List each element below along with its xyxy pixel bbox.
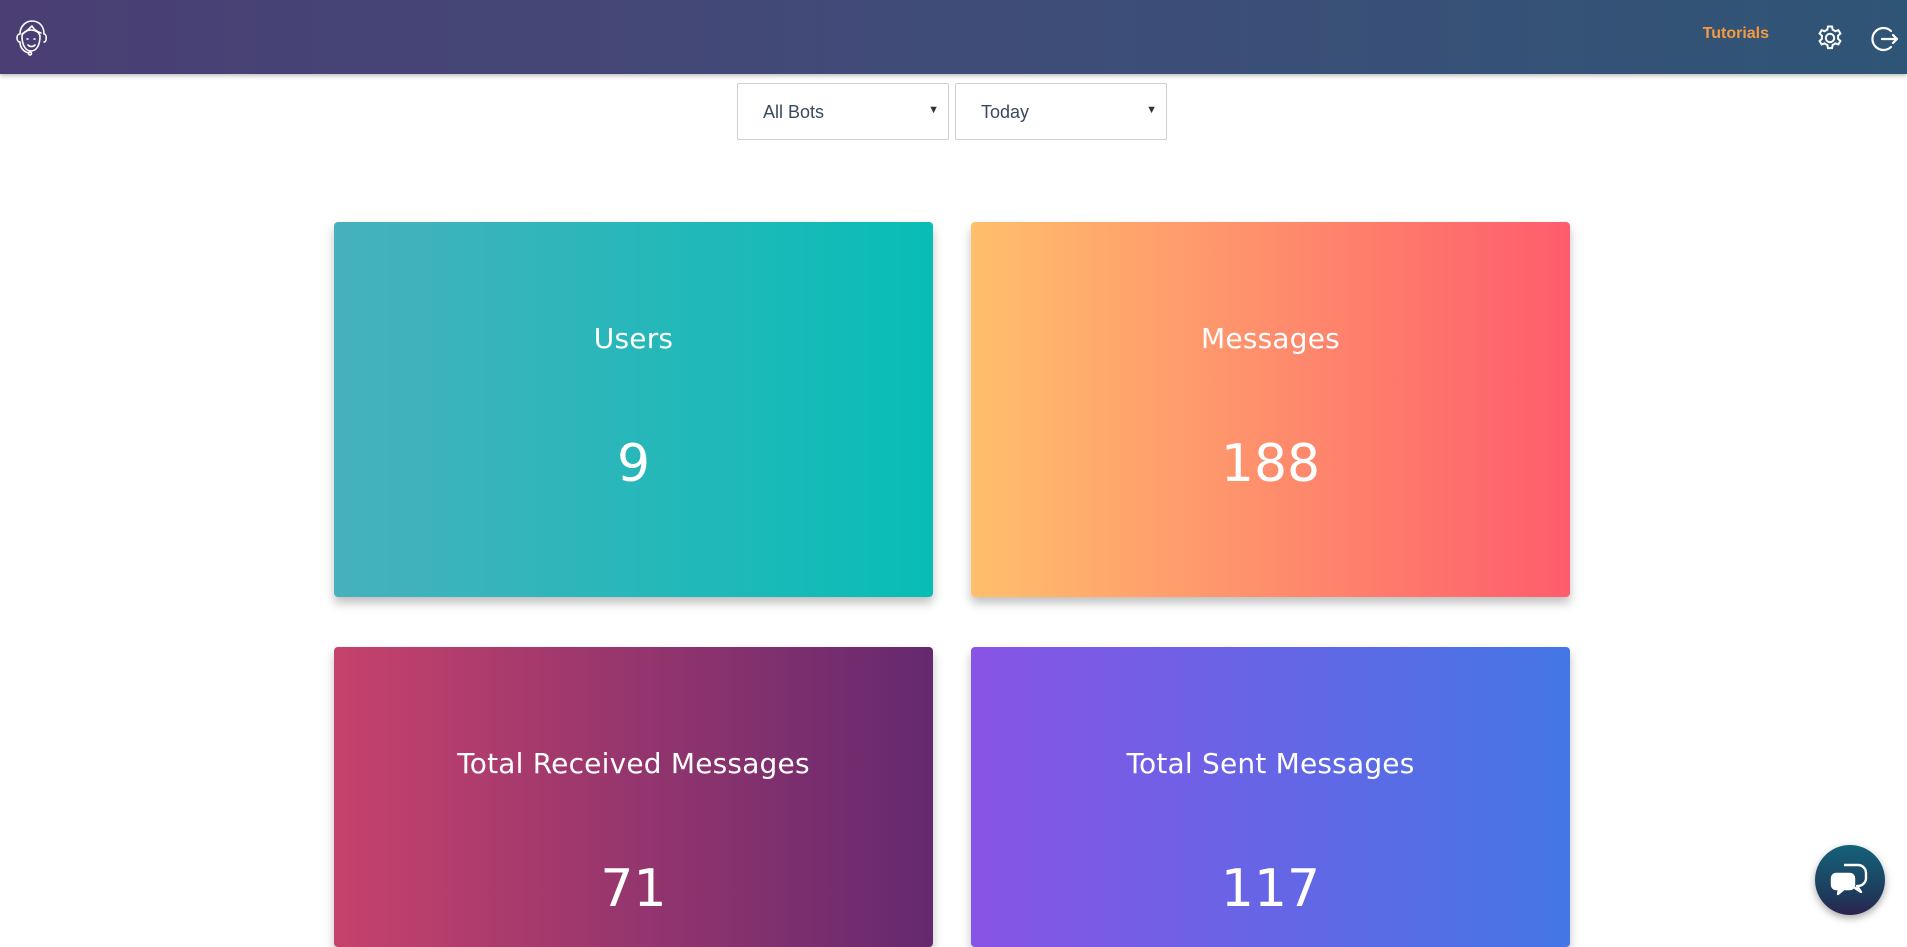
- card-value: 9: [616, 434, 651, 494]
- chat-widget-button[interactable]: [1815, 845, 1885, 915]
- card-label: Users: [593, 322, 674, 355]
- card-label: Total Received Messages: [457, 747, 810, 780]
- chat-bubbles-icon: [1830, 863, 1868, 896]
- gear-icon[interactable]: [1816, 24, 1844, 52]
- card-label: Messages: [1201, 322, 1340, 355]
- sent-messages-stat-card: Total Sent Messages 117: [971, 647, 1570, 947]
- received-messages-stat-card: Total Received Messages 71: [334, 647, 933, 947]
- bot-select-value: All Bots: [763, 102, 825, 122]
- caret-down-icon: ▼: [928, 104, 939, 116]
- date-range-value: Today: [981, 102, 1030, 122]
- bot-select-dropdown[interactable]: All Bots ▼: [737, 83, 949, 140]
- date-range-dropdown[interactable]: Today ▼: [955, 83, 1167, 140]
- support-agent-icon[interactable]: [12, 18, 50, 58]
- top-navbar: Tutorials: [0, 0, 1907, 74]
- card-value: 117: [1220, 859, 1321, 919]
- tutorials-link[interactable]: Tutorials: [1703, 25, 1769, 43]
- users-stat-card: Users 9: [334, 222, 933, 597]
- card-value: 71: [600, 859, 667, 919]
- card-value: 188: [1220, 434, 1321, 494]
- messages-stat-card: Messages 188: [971, 222, 1570, 597]
- logout-icon[interactable]: [1869, 24, 1899, 54]
- card-label: Total Sent Messages: [1126, 747, 1415, 780]
- caret-down-icon: ▼: [1146, 104, 1157, 116]
